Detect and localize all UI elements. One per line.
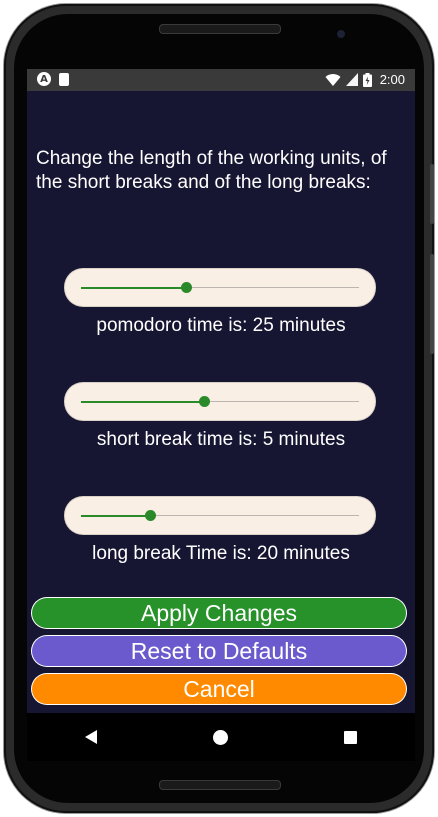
recents-icon[interactable]: [344, 730, 357, 744]
front-camera: [337, 30, 345, 38]
volume-button: [430, 254, 434, 354]
navigation-bar: [27, 713, 415, 761]
slider-track: [81, 510, 359, 521]
reset-defaults-button[interactable]: Reset to Defaults: [32, 636, 406, 666]
slider-fill: [81, 514, 151, 517]
slider-fill: [81, 286, 187, 289]
app-a-icon: A: [37, 72, 51, 86]
earpiece-speaker: [159, 24, 281, 34]
short-break-label: short break time is: 5 minutes: [96, 429, 346, 450]
settings-intro-text: Change the length of the working units, …: [36, 148, 387, 193]
long-break-label: long break Time is: 20 minutes: [92, 543, 350, 564]
app-screen: A 2:00 Change the length of the working …: [27, 69, 415, 713]
short-break-slider[interactable]: [65, 383, 375, 420]
slider-track: [81, 282, 359, 293]
slider-fill: [81, 400, 205, 403]
pomodoro-time-label: pomodoro time is: 25 minutes: [96, 315, 346, 336]
signal-icon: [345, 73, 358, 86]
power-button: [430, 164, 434, 224]
battery-icon: [362, 72, 372, 87]
wifi-icon: [325, 73, 341, 86]
slider-thumb[interactable]: [181, 282, 193, 293]
sd-card-icon: [59, 73, 69, 86]
apply-changes-button[interactable]: Apply Changes: [32, 598, 406, 628]
status-time: 2:00: [379, 72, 405, 87]
pomodoro-time-slider[interactable]: [65, 269, 375, 306]
cancel-button[interactable]: Cancel: [32, 674, 406, 704]
slider-thumb[interactable]: [145, 510, 156, 521]
status-bar: A 2:00: [27, 69, 415, 91]
bottom-speaker: [159, 780, 281, 790]
slider-track: [81, 396, 359, 407]
back-icon[interactable]: [85, 730, 97, 744]
long-break-slider[interactable]: [65, 497, 375, 534]
home-icon[interactable]: [213, 729, 228, 745]
slider-thumb[interactable]: [199, 396, 211, 407]
